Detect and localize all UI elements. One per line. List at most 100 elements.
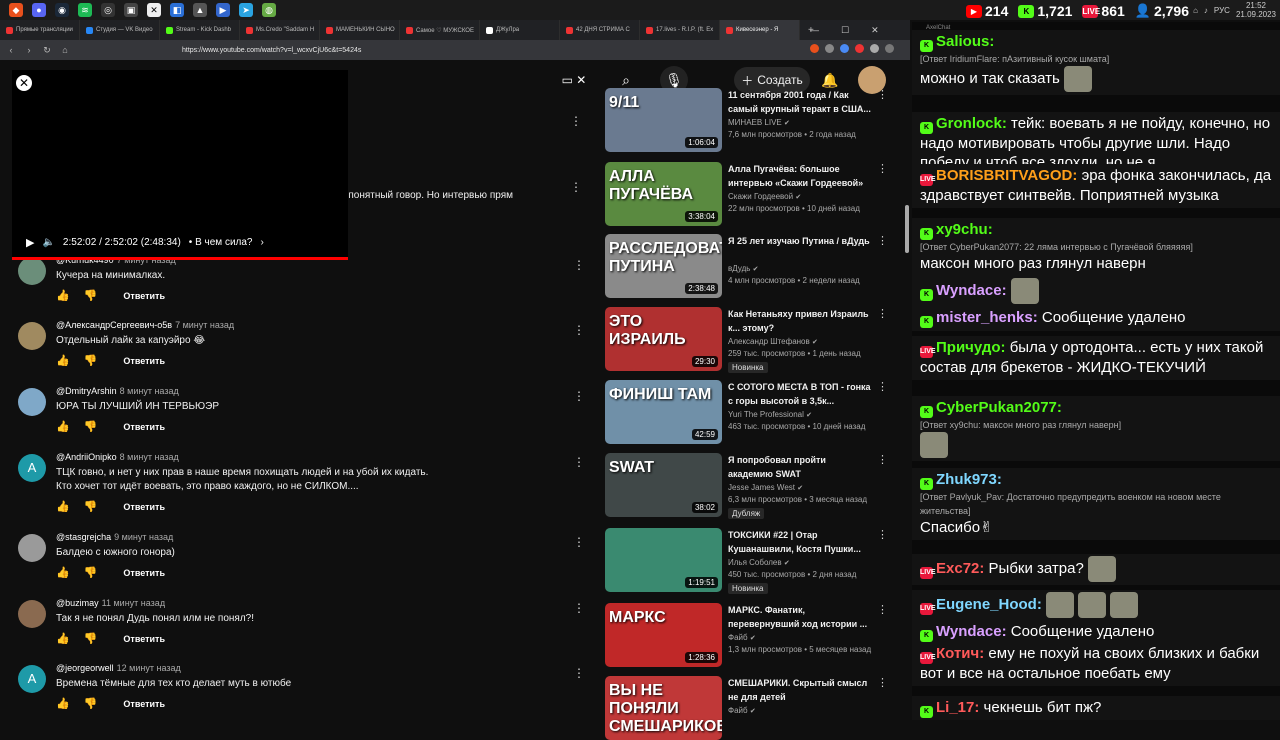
comment-time[interactable]: 9 минут назад <box>114 532 173 542</box>
avatar[interactable] <box>18 600 46 628</box>
extension-icon[interactable] <box>840 44 849 53</box>
kebab-menu-icon[interactable]: ⋮ <box>573 323 585 337</box>
scrollbar-track[interactable] <box>903 100 908 710</box>
browser-tab[interactable]: Самое ♡ МУЖСКОЕ <box>400 20 480 40</box>
browser-tab[interactable]: Кивесеэнер - Я <box>720 20 800 40</box>
video-thumbnail[interactable]: ФИНИШ ТАМ 42:59 <box>605 380 722 444</box>
like-icon[interactable]: 👍 <box>56 566 70 579</box>
reply-button[interactable]: Ответить <box>123 634 165 644</box>
reply-button[interactable]: Ответить <box>123 291 165 301</box>
chat-username[interactable]: Котич: <box>936 645 984 662</box>
kebab-menu-icon[interactable]: ⋮ <box>573 455 585 469</box>
comment-author[interactable]: @stasgrejcha <box>56 532 111 542</box>
browser-tab[interactable]: 42 ДНЯ СТРИМА С <box>560 20 640 40</box>
comment-time[interactable]: 8 минут назад <box>120 452 179 462</box>
kebab-menu-icon[interactable]: ⋮ <box>573 535 585 549</box>
dislike-icon[interactable]: 👎 <box>84 420 98 433</box>
browser-tab[interactable]: 17.lives - R.I.P. (ft. Ex <box>640 20 720 40</box>
obs-icon[interactable]: ◎ <box>101 3 115 17</box>
volume-icon[interactable]: ♪ <box>1204 6 1208 15</box>
recommended-video[interactable]: ЭТО ИЗРАИЛЬ 29:30 Как Нетаньяху привел Изр… <box>605 307 895 373</box>
avatar[interactable] <box>18 257 46 285</box>
spotify-icon[interactable]: ≋ <box>78 3 92 17</box>
channel-name[interactable]: Александр Штефанов ✔ <box>728 337 818 346</box>
dislike-icon[interactable]: 👎 <box>84 354 98 367</box>
recommended-video[interactable]: SWAT 38:02 Я попробовал пройти академию SW… <box>605 453 895 519</box>
video-title[interactable]: СМЕШАРИКИ. Скрытый смысл не для детей <box>728 676 873 704</box>
kebab-menu-icon[interactable]: ⋮ <box>877 453 888 466</box>
maximize-icon[interactable]: ☐ <box>841 25 849 36</box>
chat-username[interactable]: CyberPukan2077: <box>936 399 1062 416</box>
kebab-menu-icon[interactable]: ⋮ <box>573 666 585 680</box>
kebab-menu-icon[interactable]: ⋮ <box>570 180 582 194</box>
comment-time[interactable]: 12 минут назад <box>117 663 181 673</box>
extension-icon[interactable] <box>825 44 834 53</box>
chat-username[interactable]: Exc72: <box>936 560 984 577</box>
channel-name[interactable]: Скажи Гордеевой ✔ <box>728 192 801 201</box>
reply-button[interactable]: Ответить <box>123 356 165 366</box>
kebab-menu-icon[interactable]: ⋮ <box>877 603 888 616</box>
video-title[interactable]: Я 25 лет изучаю Путина / вДудь <box>728 234 873 248</box>
recommended-video[interactable]: ФИНИШ ТАМ 42:59 С СОТОГО МЕСТА В ТОП - гон… <box>605 380 895 444</box>
reply-button[interactable]: Ответить <box>123 502 165 512</box>
browser-tab[interactable]: Студия — VK Видео <box>80 20 160 40</box>
recommended-video[interactable]: АЛЛА ПУГАЧЁВА 3:38:04 Алла Пугачёва: больш… <box>605 162 895 226</box>
steam-icon[interactable]: ◉ <box>55 3 69 17</box>
chat-username[interactable]: Wyndace: <box>936 623 1007 640</box>
like-icon[interactable]: 👍 <box>56 632 70 645</box>
volume-icon[interactable]: 🔈 <box>42 237 54 248</box>
close-icon[interactable]: ✕ <box>871 25 879 36</box>
dislike-icon[interactable]: 👎 <box>84 632 98 645</box>
chapter-title[interactable]: • В чем сила? <box>189 237 253 248</box>
chat-username[interactable]: mister_henks: <box>936 309 1038 326</box>
url-field[interactable]: https://www.youtube.com/watch?v=l_wcxvCj… <box>182 47 361 54</box>
app-icon[interactable]: ▣ <box>124 3 138 17</box>
comment-time[interactable]: 8 минут назад <box>120 386 179 396</box>
video-thumbnail[interactable]: ЭТО ИЗРАИЛЬ 29:30 <box>605 307 722 371</box>
comment-author[interactable]: @jeorgeorwell <box>56 663 114 673</box>
like-icon[interactable]: 👍 <box>56 500 70 513</box>
comment-author[interactable]: @DmitryArshin <box>56 386 117 396</box>
chat-username[interactable]: Salious: <box>936 33 994 50</box>
reply-button[interactable]: Ответить <box>123 568 165 578</box>
recommended-video[interactable]: 1:19:51 ТОКСИКИ #22 | Отар Кушанашвили, К… <box>605 528 895 594</box>
kebab-menu-icon[interactable]: ⋮ <box>573 389 585 403</box>
video-thumbnail[interactable]: 9/11 1:06:04 <box>605 88 722 152</box>
chevron-right-icon[interactable]: › <box>261 237 264 248</box>
app-icon[interactable]: ◧ <box>170 3 184 17</box>
reload-icon[interactable]: ↻ <box>40 45 54 56</box>
network-icon[interactable]: ⌂ <box>1193 6 1198 15</box>
recommended-video[interactable]: 9/11 1:06:04 11 сентября 2001 года / Как с… <box>605 88 895 152</box>
chat-username[interactable]: Eugene_Hood: <box>936 596 1042 613</box>
channel-name[interactable]: Jesse James West ✔ <box>728 483 803 492</box>
dislike-icon[interactable]: 👎 <box>84 289 98 302</box>
video-title[interactable]: Алла Пугачёва: большое интервью «Скажи Г… <box>728 162 873 190</box>
extension-icon[interactable] <box>855 44 864 53</box>
scrollbar-thumb[interactable] <box>905 205 909 253</box>
video-title[interactable]: ТОКСИКИ #22 | Отар Кушанашвили, Костя Пу… <box>728 528 873 556</box>
video-thumbnail[interactable]: SWAT 38:02 <box>605 453 722 517</box>
browser-tab[interactable]: МАМЕНЬКИН СЫНО <box>320 20 400 40</box>
telegram-icon[interactable]: ➤ <box>239 3 253 17</box>
dislike-icon[interactable]: 👎 <box>84 566 98 579</box>
back-icon[interactable]: ‹ <box>4 45 18 55</box>
kebab-menu-icon[interactable]: ⋮ <box>877 162 888 175</box>
channel-name[interactable]: Файб ✔ <box>728 706 756 715</box>
app-icon[interactable]: ◍ <box>262 3 276 17</box>
home-icon[interactable]: ⌂ <box>58 45 72 55</box>
kebab-menu-icon[interactable]: ⋮ <box>570 114 582 128</box>
comment-author[interactable]: @АлександрСергеевич-о5в <box>56 320 172 330</box>
play-icon[interactable]: ▶ <box>26 236 34 249</box>
chat-username[interactable]: Причудо: <box>936 339 1006 356</box>
channel-name[interactable]: Yuri The Professional ✔ <box>728 410 812 419</box>
kebab-menu-icon[interactable]: ⋮ <box>877 676 888 689</box>
like-icon[interactable]: 👍 <box>56 289 70 302</box>
avatar[interactable] <box>18 388 46 416</box>
browser-tab[interactable]: Ms.Credo "Saddam H <box>240 20 320 40</box>
like-icon[interactable]: 👍 <box>56 420 70 433</box>
close-app-icon[interactable]: ✕ <box>147 3 161 17</box>
like-icon[interactable]: 👍 <box>56 354 70 367</box>
video-thumbnail[interactable]: МАРКС 1:28:36 <box>605 603 722 667</box>
close-icon[interactable]: ✕ <box>16 75 32 91</box>
kebab-menu-icon[interactable]: ⋮ <box>573 601 585 615</box>
